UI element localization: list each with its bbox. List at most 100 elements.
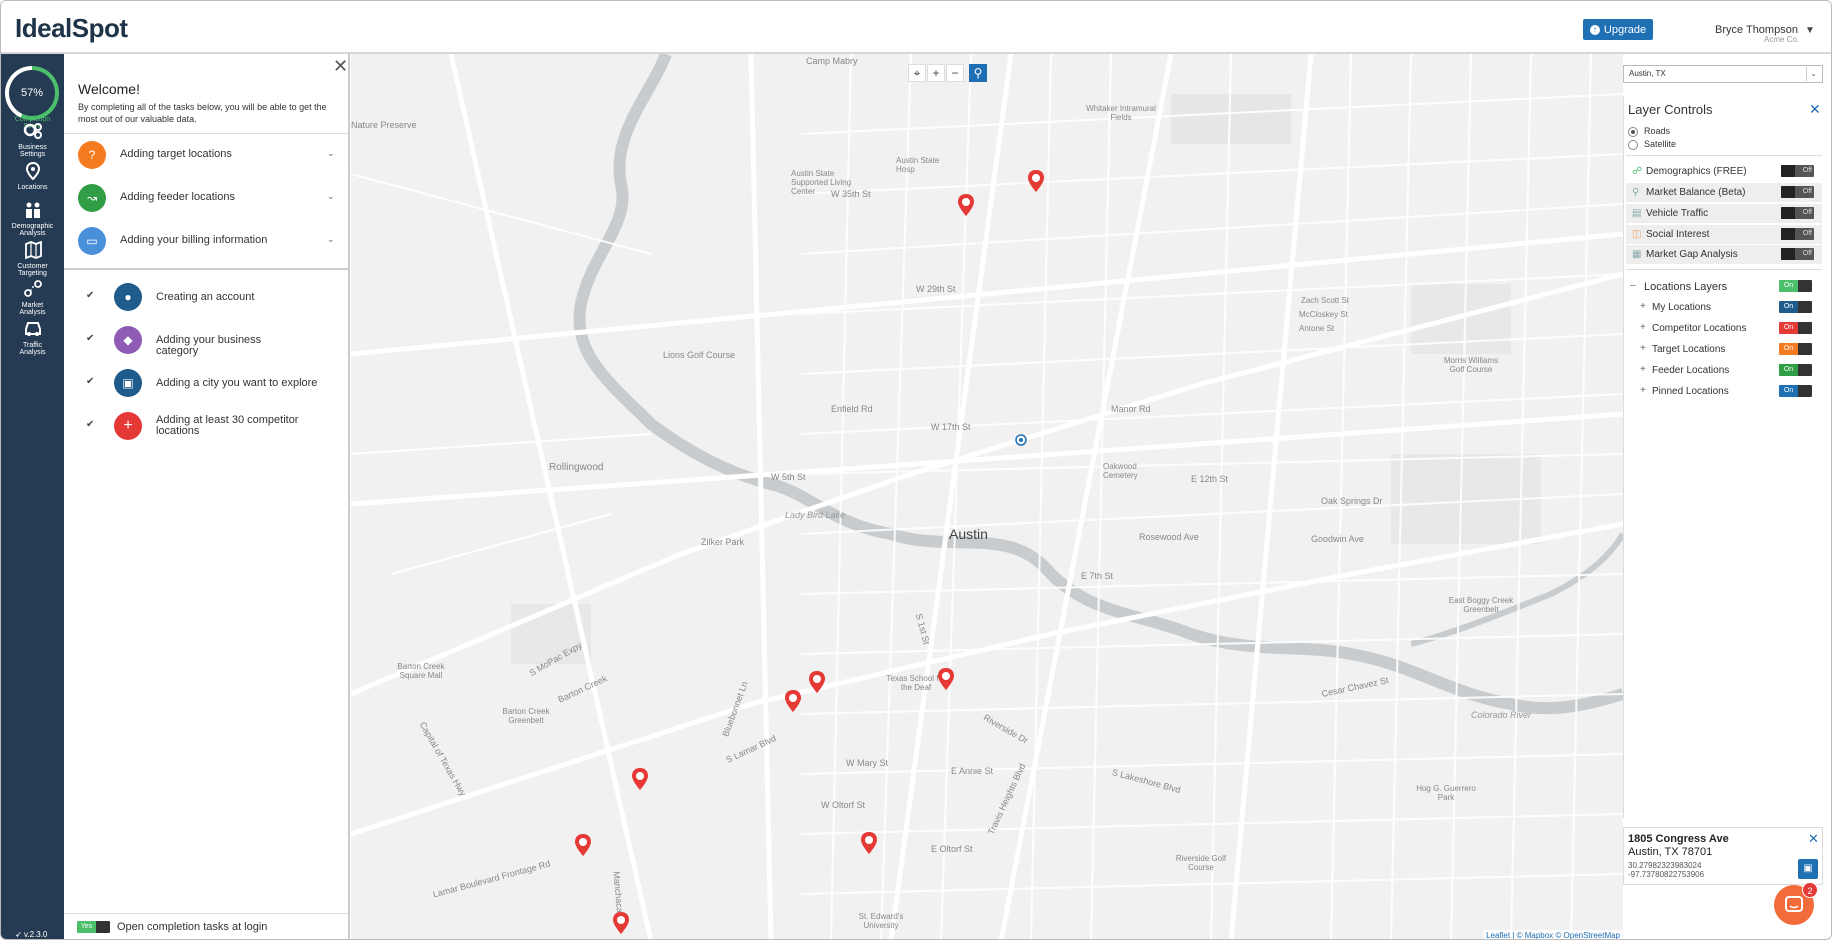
competitor-marker[interactable] [1028, 170, 1044, 192]
tag-icon: ◆ [114, 326, 142, 354]
toggle-knob [96, 921, 110, 933]
zoom-out-button[interactable]: − [946, 64, 964, 82]
map-label: East Boggy Creek Greenbelt [1448, 596, 1514, 614]
layer-toggle[interactable]: Off [1781, 248, 1814, 260]
layer-toggle[interactable]: On [1779, 385, 1812, 397]
toggle-knob [1781, 165, 1795, 177]
layer-toggle[interactable]: Off [1781, 186, 1814, 198]
expand-icon[interactable]: + [1640, 343, 1646, 354]
expand-icon[interactable]: + [1640, 301, 1646, 312]
nav-customer-targeting[interactable]: Customer Targeting [1, 240, 64, 277]
competitor-marker[interactable] [613, 912, 629, 934]
chevron-down-icon: ⌄ [1806, 67, 1820, 81]
competitor-marker[interactable] [958, 194, 974, 216]
toggle-state: On [1779, 343, 1798, 355]
nav-label-line2: Analysis [19, 309, 46, 316]
toggle-state: Off [1802, 230, 1812, 237]
expand-icon[interactable]: + [1640, 322, 1646, 333]
nav-business-settings[interactable]: Business Settings [1, 122, 64, 158]
user-icon: ● [114, 283, 142, 311]
layer-toggle[interactable]: On [1779, 280, 1812, 292]
layer-vehicle-traffic[interactable]: ▤ Vehicle Traffic Off [1626, 204, 1822, 223]
layer-feeder-locations[interactable]: + Feeder Locations On [1624, 361, 1822, 380]
layer-toggle[interactable]: Off [1781, 165, 1814, 177]
layer-competitor-locations[interactable]: + Competitor Locations On [1624, 319, 1822, 338]
divider [64, 133, 348, 134]
competitor-marker[interactable] [809, 671, 825, 693]
layer-toggle[interactable]: Off [1781, 207, 1814, 219]
map-base-svg [351, 54, 1623, 939]
map-canvas[interactable]: Camp Mabry Nature Preserve W 35th St Aus… [351, 54, 1623, 939]
task-adding-target-locations[interactable]: ? Adding target locations ⌄ [78, 140, 340, 170]
layer-target-locations[interactable]: + Target Locations On [1624, 340, 1822, 359]
map-label: Hog G. Guerrero Park [1416, 784, 1476, 802]
competitor-marker[interactable] [861, 832, 877, 854]
chevron-down-icon[interactable]: ⌄ [327, 148, 335, 159]
task-adding-feeder-locations[interactable]: ↝ Adding feeder locations ⌄ [78, 183, 340, 213]
radio-satellite[interactable] [1628, 140, 1638, 150]
nav-demographic-analysis[interactable]: Demographic Analysis [1, 201, 64, 237]
nav-label-line1: Business [18, 144, 47, 151]
toggle-state: On [1779, 364, 1798, 376]
expand-icon[interactable]: + [1640, 364, 1646, 375]
map-label: W 29th St [916, 284, 956, 294]
save-icon[interactable]: ▣ [1798, 859, 1818, 879]
nav-market-analysis[interactable]: Market Analysis [1, 280, 64, 316]
radio-roads[interactable] [1628, 127, 1638, 137]
competitor-marker[interactable] [938, 668, 954, 690]
map-label: Oak Springs Dr [1321, 496, 1383, 506]
nav-locations[interactable]: Locations [1, 161, 64, 191]
completion-score-ring[interactable]: 57% [5, 66, 59, 120]
locate-icon[interactable]: ⌖ [908, 64, 926, 82]
map-label: W 5th St [771, 472, 806, 482]
layer-toggle[interactable]: Off [1781, 228, 1814, 240]
close-icon[interactable]: ✕ [333, 56, 348, 77]
radio-label: Roads [1644, 126, 1671, 136]
current-location-marker[interactable] [1015, 434, 1027, 446]
competitor-marker[interactable] [632, 768, 648, 790]
user-menu-caret-icon[interactable]: ▼ [1805, 25, 1815, 36]
task-adding-billing-info[interactable]: ▭ Adding your billing information ⌄ [78, 226, 340, 256]
chevron-down-icon[interactable]: ⌄ [327, 234, 335, 245]
welcome-description: By completing all of the tasks below, yo… [78, 102, 327, 124]
layer-market-balance[interactable]: ⚲ Market Balance (Beta) Off [1626, 183, 1822, 202]
map-label: Barton Creek Square Mall [397, 662, 445, 680]
map-attribution[interactable]: Leaflet | © Mapbox © OpenStreetMap [1483, 930, 1623, 939]
lock-icon [1781, 228, 1795, 240]
toggle-knob [1798, 343, 1812, 355]
close-icon[interactable]: ✕ [1808, 831, 1819, 847]
layer-demographics[interactable]: ☍ Demographics (FREE) Off [1626, 162, 1822, 181]
map-label: St. Edward's University [858, 912, 904, 930]
layer-toggle[interactable]: On [1779, 301, 1812, 313]
toggle-state: On [1779, 280, 1798, 292]
layer-toggle[interactable]: On [1779, 343, 1812, 355]
layer-my-locations[interactable]: + My Locations On [1624, 298, 1822, 317]
expand-icon[interactable]: + [1640, 385, 1646, 396]
app-logo[interactable]: IdealSpot [15, 13, 128, 44]
lock-icon [1781, 186, 1795, 198]
open-at-login-toggle[interactable]: Yes [77, 921, 110, 933]
question-icon: ? [78, 141, 106, 169]
close-icon[interactable]: ✕ [1809, 101, 1821, 118]
upgrade-button[interactable]: ↑ Upgrade [1583, 19, 1653, 40]
city-select[interactable]: Austin, TX ⌄ [1623, 65, 1823, 83]
chevron-down-icon[interactable]: ⌄ [327, 191, 335, 202]
layer-toggle[interactable]: On [1779, 364, 1812, 376]
layer-pinned-locations[interactable]: + Pinned Locations On [1624, 382, 1822, 401]
layer-group-locations[interactable]: – Locations Layers On [1624, 277, 1822, 296]
collapse-icon[interactable]: – [1630, 280, 1636, 291]
map-label: Lady Bird Lake [785, 510, 846, 520]
zoom-in-button[interactable]: + [927, 64, 945, 82]
nav-traffic-analysis[interactable]: Traffic Analysis [1, 320, 64, 356]
version-text: v.2.3.0 [23, 930, 48, 939]
competitor-marker[interactable] [575, 834, 591, 856]
layer-label: Vehicle Traffic [1646, 208, 1709, 219]
layer-toggle[interactable]: On [1779, 322, 1812, 334]
competitor-marker[interactable] [785, 690, 801, 712]
layer-market-gap[interactable]: ▦ Market Gap Analysis Off [1626, 245, 1822, 264]
layer-social-interest[interactable]: ◫ Social Interest Off [1626, 225, 1822, 244]
task-label: Adding target locations [120, 148, 232, 160]
drop-pin-button[interactable]: ⚲ [969, 64, 987, 82]
rocket-icon: ➶ [15, 930, 22, 939]
chat-badge: 2 [1802, 882, 1818, 898]
